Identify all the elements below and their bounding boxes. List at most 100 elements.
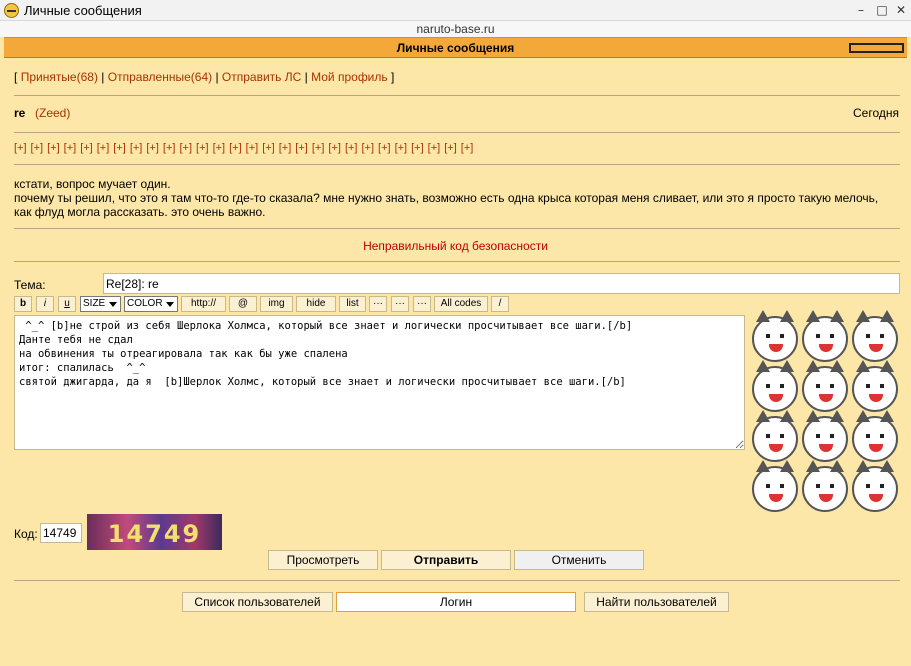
error-message: Неправильный код безопасности (363, 239, 548, 253)
more-button[interactable]: ··· (413, 296, 431, 312)
smiley-cat-teeth-icon[interactable] (802, 410, 848, 462)
message-line: кстати, вопрос мучает один. (14, 177, 171, 191)
cancel-button[interactable]: Отменить (514, 550, 644, 570)
nav-separator: | (215, 70, 219, 84)
smiley-cat-angry-icon[interactable] (852, 310, 898, 362)
quote-link[interactable]: [+] (47, 142, 60, 154)
more-button[interactable]: ··· (391, 296, 409, 312)
quote-link[interactable]: [+] (312, 142, 325, 154)
quote-link[interactable]: [+] (345, 142, 358, 154)
smiley-cat-yell-icon[interactable] (852, 410, 898, 462)
nav-send-link[interactable]: Отправить ЛС (222, 70, 301, 84)
quote-link[interactable]: [+] (378, 142, 391, 154)
quote-link[interactable]: [+] (31, 142, 44, 154)
message-line: как флуд могла рассказать. это очень важ… (14, 205, 266, 219)
quote-link[interactable]: [+] (395, 142, 408, 154)
color-select[interactable]: COLOR (124, 296, 178, 312)
smiley-cat-shout-icon[interactable] (752, 310, 798, 362)
smiley-cat-scream-icon[interactable] (852, 460, 898, 512)
smiley-cat-laugh-icon[interactable] (852, 360, 898, 412)
quote-link[interactable]: [+] (113, 142, 126, 154)
captcha-image: 14749 (87, 514, 222, 550)
message-line: почему ты решил, что это я там что-то гд… (14, 191, 879, 205)
quote-link[interactable]: [+] (163, 142, 176, 154)
bold-button[interactable]: b (14, 296, 32, 312)
smiley-cat-sad-icon[interactable] (752, 410, 798, 462)
close-icon[interactable]: ✕ (893, 2, 909, 18)
smiley-girl-smile-icon[interactable] (802, 310, 848, 362)
quote-link[interactable]: [+] (279, 142, 292, 154)
hide-button[interactable]: hide (296, 296, 336, 312)
quote-link[interactable]: [+] (80, 142, 93, 154)
message-body: кстати, вопрос мучает один. почему ты ре… (14, 177, 894, 219)
nav-profile-link[interactable]: Мой профиль (311, 70, 388, 84)
message-editor[interactable]: ^_^ [b]не строй из себя Шерлока Холмса, … (14, 315, 745, 450)
quote-link[interactable]: [+] (328, 142, 341, 154)
quote-link[interactable]: [+] (262, 142, 275, 154)
quote-link[interactable]: [+] (411, 142, 424, 154)
captcha-input[interactable] (40, 523, 82, 543)
quote-link[interactable]: [+] (229, 142, 242, 154)
message-author-link[interactable]: (Zeed) (35, 106, 70, 120)
quote-link[interactable]: [+] (444, 142, 457, 154)
list-button[interactable]: list (339, 296, 366, 312)
page-title: Личные сообщения (396, 41, 515, 55)
divider (14, 164, 900, 165)
smiley-panel (749, 310, 899, 516)
window-titlebar: Личные сообщения – □ ✕ (0, 0, 911, 21)
login-input[interactable]: Логин (336, 592, 576, 612)
quote-link[interactable]: [+] (64, 142, 77, 154)
divider (14, 132, 900, 133)
captcha-label: Код: (14, 527, 38, 541)
quote-link[interactable]: [+] (97, 142, 110, 154)
send-button[interactable]: Отправить (381, 550, 511, 570)
quote-link[interactable]: [+] (146, 142, 159, 154)
message-subject: re (14, 106, 26, 120)
close-tags-button[interactable]: / (491, 296, 509, 312)
find-users-button[interactable]: Найти пользователей (584, 592, 729, 612)
nav-bracket-close: ] (391, 70, 395, 84)
all-codes-button[interactable]: All codes (434, 296, 488, 312)
captcha-text: 14749 (107, 520, 202, 548)
quote-link[interactable]: [+] (14, 142, 27, 154)
italic-button[interactable]: i (36, 296, 54, 312)
nav-sent-link[interactable]: Отправленные(64) (108, 70, 212, 84)
app-icon (4, 3, 19, 18)
quote-link[interactable]: [+] (246, 142, 259, 154)
underline-button[interactable]: u (58, 296, 76, 312)
minimize-icon[interactable]: – (853, 2, 869, 18)
quote-link[interactable]: [+] (196, 142, 209, 154)
url-button[interactable]: http:// (181, 296, 226, 312)
nav-separator: | (304, 70, 308, 84)
quote-link[interactable]: [+] (130, 142, 143, 154)
nav-bracket-open: [ (14, 70, 18, 84)
smiley-cat-grin-icon[interactable] (802, 360, 848, 412)
pm-navigation: [ Принятые(68) | Отправленные(64) | Отпр… (14, 70, 394, 84)
maximize-icon[interactable]: □ (874, 2, 890, 18)
quote-link[interactable]: [+] (295, 142, 308, 154)
nav-inbox-link[interactable]: Принятые(68) (21, 70, 98, 84)
quote-link[interactable]: [+] (361, 142, 374, 154)
email-button[interactable]: @ (229, 296, 257, 312)
divider (14, 228, 900, 229)
divider (14, 580, 900, 581)
size-select[interactable]: SIZE (80, 296, 121, 312)
subject-input[interactable] (103, 273, 900, 294)
preview-button[interactable]: Просмотреть (268, 550, 378, 570)
quote-link[interactable]: [+] (213, 142, 226, 154)
quote-link[interactable]: [+] (428, 142, 441, 154)
smiley-cat-computer-icon[interactable] (752, 460, 798, 512)
page-header: Личные сообщения (4, 37, 907, 58)
quote-link[interactable]: [+] (461, 142, 474, 154)
user-list-button[interactable]: Список пользователей (182, 592, 333, 612)
more-button[interactable]: ··· (369, 296, 387, 312)
image-button[interactable]: img (260, 296, 293, 312)
resize-handle-icon[interactable] (849, 43, 904, 53)
quote-link[interactable]: [+] (179, 142, 192, 154)
main-content: [ Принятые(68) | Отправленные(64) | Отпр… (4, 59, 907, 666)
nav-separator: | (101, 70, 105, 84)
subject-label: Тема: (14, 278, 46, 292)
smiley-cat-shocked-icon[interactable] (802, 460, 848, 512)
divider (14, 261, 900, 262)
smiley-cat-cry-icon[interactable] (752, 360, 798, 412)
